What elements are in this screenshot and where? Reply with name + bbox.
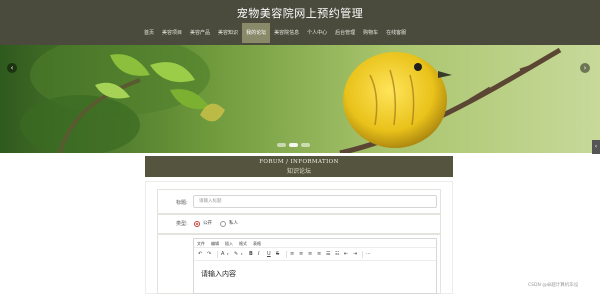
editor-menu-table[interactable]: 表格 (250, 239, 264, 247)
strikethrough-icon[interactable]: S (276, 251, 279, 258)
main-nav: 首页 美容项目 美容产品 美容知识 我的论坛 美容院信息 个人中心 后台管理 购… (140, 23, 410, 43)
editor-menu-edit[interactable]: 编辑 (208, 239, 222, 247)
editor-menubar: 文件 编辑 插入 格式 表格 (194, 239, 436, 248)
type-private-label: 私人 (229, 221, 238, 226)
site-title: 宠物美容院网上预约管理 (236, 7, 364, 20)
underline-icon[interactable]: U (267, 251, 271, 258)
title-input[interactable]: 请输入标题 (193, 195, 437, 208)
type-public-radio[interactable] (194, 221, 200, 227)
editor-placeholder: 请输入内容 (201, 270, 236, 278)
align-right-icon[interactable]: ≡ (308, 251, 312, 258)
forum-title-en: FORUM / INFORMATION (259, 159, 339, 165)
carousel-prev-button[interactable]: ‹ (7, 63, 17, 73)
carousel-dot[interactable] (301, 143, 310, 147)
banner-image (0, 45, 600, 153)
banner-carousel: ‹ › (0, 45, 600, 153)
carousel-next-button[interactable]: › (580, 63, 590, 73)
highlight-icon[interactable]: ✎ (234, 251, 238, 258)
carousel-indicators (277, 143, 310, 147)
rich-text-editor[interactable]: 文件 编辑 插入 格式 表格 ↶ ↷ A ▾ ✎ ▾ B I U S ≡ ≡ ≡… (193, 238, 437, 294)
editor-menu-insert[interactable]: 插入 (222, 239, 236, 247)
nav-item-salon-info[interactable]: 美容院信息 (270, 23, 303, 43)
nav-item-my-forum[interactable]: 我的论坛 (242, 23, 271, 43)
bold-icon[interactable]: B (249, 251, 253, 258)
editor-toolbar: ↶ ↷ A ▾ ✎ ▾ B I U S ≡ ≡ ≡ ≡ ☰ ☷ ⇤ ⇥ ⋯ (194, 249, 436, 261)
carousel-dot-active[interactable] (289, 143, 298, 147)
outdent-icon[interactable]: ⇤ (344, 251, 348, 258)
font-color-icon[interactable]: A (221, 251, 224, 258)
italic-icon[interactable]: I (258, 251, 259, 258)
nav-item-beauty-knowledge[interactable]: 美容知识 (214, 23, 242, 43)
site-header: 宠物美容院网上预约管理 首页 美容项目 美容产品 美容知识 我的论坛 美容院信息… (0, 0, 600, 45)
nav-item-personal-center[interactable]: 个人中心 (303, 23, 331, 43)
type-private-radio[interactable] (220, 221, 226, 227)
type-public-label: 公开 (203, 221, 212, 226)
chevron-down-icon[interactable]: ▾ (241, 251, 243, 258)
chevron-down-icon[interactable]: ▾ (227, 251, 229, 258)
numbered-list-icon[interactable]: ☷ (335, 251, 339, 258)
forum-section-header: FORUM / INFORMATION 知识论坛 (145, 156, 453, 177)
nav-item-cart[interactable]: 购物车 (359, 23, 382, 43)
editor-menu-file[interactable]: 文件 (194, 239, 208, 247)
more-icon[interactable]: ⋯ (366, 251, 371, 258)
nav-item-beauty-products[interactable]: 美容产品 (186, 23, 214, 43)
editor-menu-format[interactable]: 格式 (236, 239, 250, 247)
watermark: CSDN @卓越计算机毕设 (528, 283, 579, 288)
forum-title-cn: 知识论坛 (286, 168, 311, 175)
bullet-list-icon[interactable]: ☰ (326, 251, 330, 258)
side-collapse-tab[interactable]: ‹ (592, 140, 600, 154)
undo-icon[interactable]: ↶ (198, 251, 202, 258)
nav-item-online-service[interactable]: 在线客服 (382, 23, 410, 43)
nav-item-beauty-projects[interactable]: 美容项目 (158, 23, 186, 43)
align-left-icon[interactable]: ≡ (290, 251, 294, 258)
align-justify-icon[interactable]: ≡ (317, 251, 321, 258)
indent-icon[interactable]: ⇥ (353, 251, 357, 258)
nav-item-home[interactable]: 首页 (140, 23, 158, 43)
type-label: 类型: (176, 221, 188, 227)
redo-icon[interactable]: ↷ (207, 251, 211, 258)
nav-item-admin[interactable]: 后台管理 (331, 23, 359, 43)
carousel-dot[interactable] (277, 143, 286, 147)
title-label: 标题: (176, 200, 188, 206)
align-center-icon[interactable]: ≡ (299, 251, 303, 258)
